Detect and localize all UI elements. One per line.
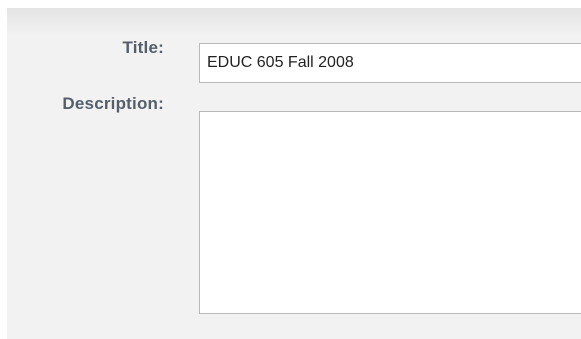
description-textarea[interactable] (199, 111, 581, 314)
description-label: Description: (62, 94, 164, 113)
title-label: Title: (122, 38, 164, 57)
title-input[interactable] (199, 43, 581, 83)
